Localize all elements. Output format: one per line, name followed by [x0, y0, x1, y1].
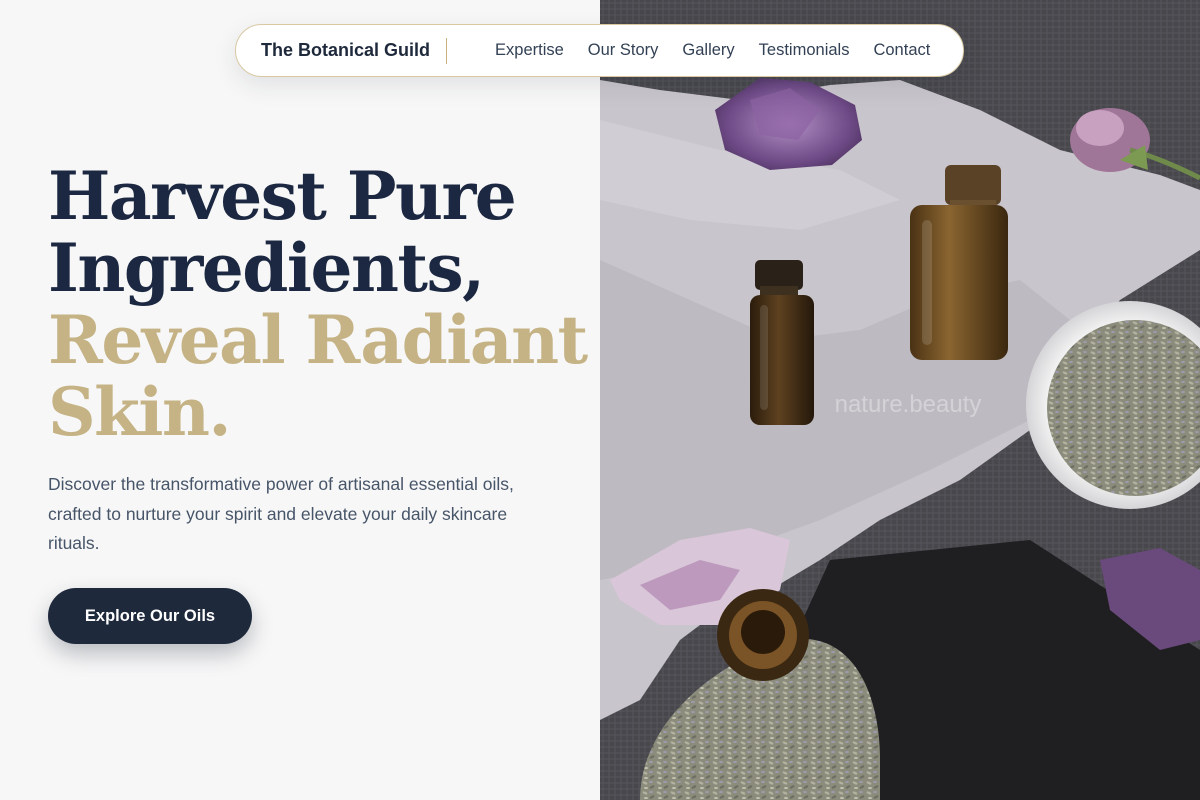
nav-link-expertise[interactable]: Expertise — [495, 41, 564, 60]
hero-subcopy: Discover the transformative power of art… — [48, 474, 514, 553]
nav-link-our-story[interactable]: Our Story — [588, 41, 659, 60]
headline-line-4: Skin. — [48, 373, 231, 451]
nav-links: Expertise Our Story Gallery Testimonials… — [495, 41, 930, 60]
nav-link-gallery[interactable]: Gallery — [682, 41, 734, 60]
explore-oils-button[interactable]: Explore Our Oils — [48, 588, 252, 644]
hero-image: nature.beauty — [600, 0, 1200, 800]
main-nav: The Botanical Guild Expertise Our Story … — [235, 24, 964, 77]
headline-line-3: Reveal Radiant — [48, 301, 588, 379]
image-watermark: nature.beauty — [835, 391, 982, 418]
headline-line-2: Ingredients, — [48, 229, 485, 307]
nav-link-testimonials[interactable]: Testimonials — [759, 41, 850, 60]
brand-logo[interactable]: The Botanical Guild — [261, 40, 430, 61]
nav-link-contact[interactable]: Contact — [873, 41, 930, 60]
nav-divider — [446, 37, 448, 64]
hero-headline: Harvest Pure Ingredients, Reveal Radiant… — [48, 160, 593, 448]
headline-line-1: Harvest Pure — [48, 157, 517, 235]
